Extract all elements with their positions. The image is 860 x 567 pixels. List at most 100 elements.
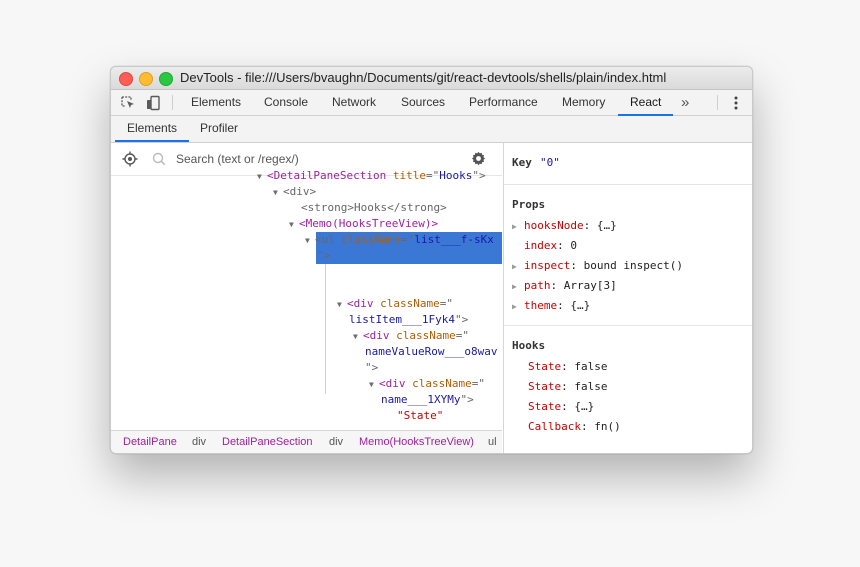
tree-row: name___1XYMy"> bbox=[381, 392, 474, 408]
tree-text: "> bbox=[365, 361, 379, 374]
tree-tag: <div bbox=[379, 377, 406, 390]
tree-eq: =" bbox=[439, 297, 453, 310]
indent-guide bbox=[325, 264, 326, 394]
prop-key: hooksNode bbox=[524, 219, 584, 232]
tree-row[interactable]: ▼ <ul className="list___f-sKx bbox=[305, 232, 494, 248]
props-pane: Key "0" Props ▶ hooksNode: {…} index: 0 ▶… bbox=[503, 143, 752, 453]
title-bar: DevTools - file:///Users/bvaughn/Documen… bbox=[111, 67, 752, 90]
tree-tag: <Memo(HooksTreeView)> bbox=[299, 217, 439, 230]
prop-row[interactable]: ▶ theme: {…} bbox=[512, 298, 590, 314]
tree-text: "> bbox=[317, 249, 331, 262]
hook-row[interactable]: State: false bbox=[528, 379, 608, 395]
prop-row: index: 0 bbox=[524, 239, 577, 252]
collapse-arrow-icon[interactable]: ▼ bbox=[257, 169, 267, 185]
window-title: DevTools - file:///Users/bvaughn/Documen… bbox=[180, 70, 667, 85]
tree-row[interactable]: ▼ <div className=" bbox=[369, 376, 485, 392]
breadcrumb-item[interactable]: DetailPane bbox=[123, 431, 177, 453]
tab-console[interactable]: Console bbox=[264, 90, 308, 115]
toolbar-divider bbox=[717, 95, 718, 110]
search-icon bbox=[152, 152, 166, 171]
tree-row[interactable]: ▼ <Memo(HooksTreeView)> bbox=[289, 216, 438, 232]
prop-value: {…} bbox=[570, 299, 591, 312]
hook-row[interactable]: State: {…} bbox=[528, 399, 594, 415]
zoom-window-button[interactable] bbox=[159, 72, 173, 86]
key-label: Key bbox=[512, 156, 532, 169]
expand-arrow-icon[interactable]: ▶ bbox=[512, 219, 524, 235]
select-element-icon[interactable] bbox=[122, 151, 138, 172]
prop-value: {…} bbox=[596, 219, 617, 232]
tree-row: "> bbox=[365, 360, 378, 376]
tree-close: "> bbox=[454, 313, 469, 326]
tree-value: Hooks bbox=[439, 169, 473, 182]
inspect-element-icon[interactable] bbox=[117, 90, 139, 115]
tree-row: "State" bbox=[397, 408, 443, 424]
collapse-arrow-icon[interactable]: ▼ bbox=[369, 377, 379, 393]
tree-value: "0" bbox=[455, 265, 476, 278]
console-ref: == $r bbox=[399, 281, 439, 294]
tree-text: <strong>Hooks</strong> bbox=[301, 201, 447, 214]
search-input[interactable]: Search (text or /regex/) bbox=[176, 152, 299, 166]
hook-row[interactable]: State: false bbox=[528, 359, 608, 375]
selected-tree-row[interactable]: ▼ <HooksNodeView key="0" bbox=[320, 264, 476, 280]
collapse-arrow-icon[interactable]: ▼ bbox=[305, 233, 315, 249]
subtab-elements[interactable]: Elements bbox=[127, 116, 177, 142]
collapse-arrow-icon[interactable]: ▼ bbox=[289, 217, 299, 233]
collapse-arrow-icon[interactable]: ▼ bbox=[320, 265, 330, 281]
active-subtab-indicator bbox=[115, 140, 189, 142]
hook-key: Callback bbox=[528, 420, 581, 433]
hook-key: State bbox=[528, 380, 562, 393]
tab-react[interactable]: React bbox=[630, 90, 661, 115]
tree-row[interactable]: ▼ <div className=" bbox=[337, 296, 453, 312]
hook-row[interactable]: Callback: fn() bbox=[528, 419, 621, 435]
expand-arrow-icon[interactable]: ▶ bbox=[512, 279, 524, 295]
subtab-profiler[interactable]: Profiler bbox=[200, 116, 238, 142]
tab-elements[interactable]: Elements bbox=[191, 90, 241, 115]
breadcrumb-item[interactable]: div bbox=[192, 431, 206, 453]
breadcrumb: DetailPane div DetailPaneSection div Mem… bbox=[111, 430, 502, 453]
tree-row: nameValueRow___o8wav bbox=[365, 344, 497, 360]
tab-sources[interactable]: Sources bbox=[401, 90, 445, 115]
tree-tag: <div bbox=[363, 329, 390, 342]
breadcrumb-item[interactable]: ul bbox=[488, 431, 497, 453]
expand-arrow-icon[interactable]: ▶ bbox=[512, 259, 524, 275]
tree-tag: <div bbox=[347, 297, 374, 310]
tree-attr: className bbox=[396, 329, 456, 342]
tree-tag: <HooksNodeView bbox=[330, 265, 423, 278]
tree-tag: <div> bbox=[283, 185, 317, 198]
expand-arrow-icon[interactable]: ▶ bbox=[512, 299, 524, 315]
collapse-arrow-icon[interactable]: ▼ bbox=[337, 297, 347, 313]
prop-row[interactable]: ▶ path: Array[3] bbox=[512, 278, 617, 294]
kebab-menu-icon[interactable] bbox=[725, 90, 747, 115]
hooks-title: Hooks bbox=[512, 339, 546, 352]
minimize-window-button[interactable] bbox=[139, 72, 153, 86]
tab-performance[interactable]: Performance bbox=[469, 90, 538, 115]
selected-tree-row-cont[interactable]: index={0}> == $r bbox=[333, 280, 439, 296]
collapse-arrow-icon[interactable]: ▼ bbox=[273, 185, 283, 201]
collapse-arrow-icon[interactable]: ▼ bbox=[353, 329, 363, 345]
prop-value: bound inspect() bbox=[583, 259, 683, 272]
component-tree-pane: Search (text or /regex/) ▼ <DetailPaneSec… bbox=[111, 143, 502, 429]
toolbar-divider bbox=[172, 95, 173, 110]
prop-key: inspect bbox=[524, 259, 571, 272]
device-toolbar-icon[interactable] bbox=[142, 90, 164, 115]
breadcrumb-item[interactable]: DetailPaneSection bbox=[222, 431, 313, 453]
prop-row[interactable]: ▶ hooksNode: {…} bbox=[512, 218, 617, 234]
devtools-toolbar: Elements Console Network Sources Perform… bbox=[111, 90, 752, 116]
tab-memory[interactable]: Memory bbox=[562, 90, 605, 115]
breadcrumb-item[interactable]: div bbox=[329, 431, 343, 453]
close-window-button[interactable] bbox=[119, 72, 133, 86]
more-tabs-button[interactable]: » bbox=[681, 90, 689, 115]
breadcrumb-item[interactable]: Memo(HooksTreeView) bbox=[359, 431, 474, 453]
devtools-window: DevTools - file:///Users/bvaughn/Documen… bbox=[110, 66, 753, 454]
tab-network[interactable]: Network bbox=[332, 90, 376, 115]
tree-row[interactable]: ▼ <div className=" bbox=[353, 328, 469, 344]
prop-value: 0 bbox=[570, 239, 577, 252]
tree-row: "> bbox=[317, 248, 330, 264]
tree-tag: <ul bbox=[315, 233, 335, 246]
tree-eq: =" bbox=[425, 169, 440, 182]
prop-row[interactable]: ▶ inspect: bound inspect() bbox=[512, 258, 683, 274]
tree-row[interactable]: ▼ <DetailPaneSection title="Hooks"> bbox=[257, 168, 486, 184]
tree-row[interactable]: ▼ <div> bbox=[273, 184, 316, 200]
tree-row[interactable]: <strong>Hooks</strong> bbox=[301, 200, 447, 216]
tree-row: listItem___1Fyk4"> bbox=[349, 312, 468, 328]
